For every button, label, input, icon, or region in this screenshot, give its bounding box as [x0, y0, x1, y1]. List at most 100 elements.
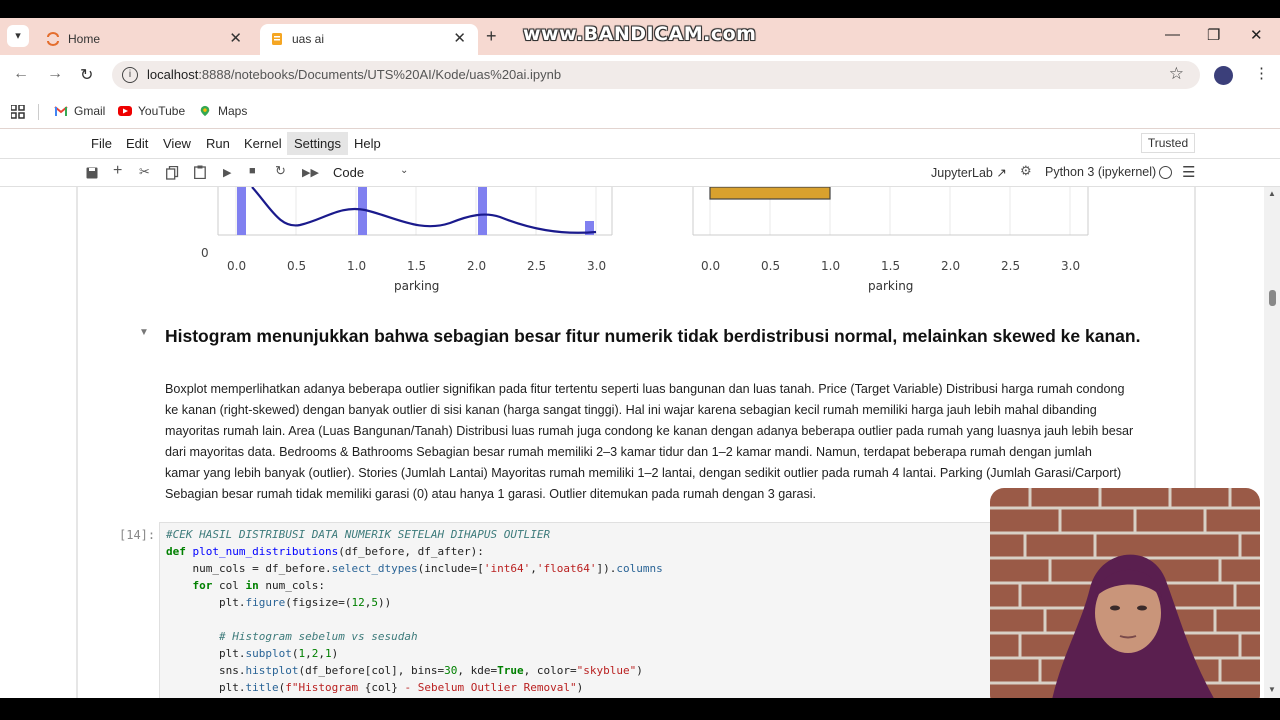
jupyterlab-link[interactable]: JupyterLab ↗: [931, 165, 1007, 180]
stop-icon[interactable]: ■: [249, 165, 256, 177]
menu-kernel[interactable]: Kernel: [244, 136, 282, 151]
paragraph-line: mayoritas rumah lain. Area (Luas Banguna…: [165, 424, 1134, 439]
webcam-image: [990, 488, 1260, 698]
recorder-watermark: www.BANDICAM.com: [523, 23, 757, 45]
paragraph-line: kamar yang lebih banyak (outlier). Stori…: [165, 466, 1122, 481]
markdown-paragraph: Boxplot memperlihatkan adanya beberapa o…: [165, 379, 1165, 506]
close-icon[interactable]: ✕: [229, 29, 242, 47]
x-tick: 1.0: [347, 259, 367, 273]
browser-toolbar: ← → ↻ i localhost:8888/notebooks/Documen…: [0, 55, 1280, 95]
close-icon[interactable]: ✕: [453, 29, 466, 47]
restore-icon[interactable]: ❐: [1207, 26, 1220, 44]
more-options-icon[interactable]: ⋮: [1254, 64, 1269, 82]
x-tick: 2.5: [527, 259, 547, 273]
execution-count: [14]:: [119, 528, 156, 542]
paragraph-line: ke kanan (right-skewed) dengan banyak ou…: [165, 403, 1097, 418]
bookmark-maps[interactable]: Maps: [198, 104, 247, 118]
menu-edit[interactable]: Edit: [126, 136, 148, 151]
reload-icon[interactable]: ↻: [80, 65, 93, 85]
restart-icon[interactable]: ↻: [275, 163, 286, 179]
x-tick: 1.0: [821, 259, 841, 273]
scrollbar-thumb[interactable]: [1269, 290, 1276, 306]
boxplot-plot: [692, 187, 1089, 236]
bookmark-star-icon[interactable]: ☆: [1169, 64, 1184, 84]
code-line: sns.histplot(df_before[col], bins=30, kd…: [166, 664, 643, 677]
cell-border: [76, 187, 78, 698]
fast-forward-icon[interactable]: ▶▶: [302, 166, 319, 179]
code-line: num_cols = df_before.select_dtypes(inclu…: [166, 562, 663, 575]
menu-settings[interactable]: Settings: [287, 132, 348, 155]
x-tick: 2.0: [467, 259, 487, 273]
run-icon[interactable]: ▶: [223, 166, 231, 179]
y-tick: 0: [201, 246, 209, 260]
x-tick: 0.0: [227, 259, 247, 273]
code-line: plt.subplot(1,2,1): [166, 647, 339, 660]
chevron-down-icon[interactable]: ⌄: [400, 165, 408, 176]
menu-file[interactable]: File: [91, 136, 112, 151]
tab-title: Home: [68, 32, 101, 46]
notebook-toolbar: + ✂ ▶ ■ ↻ ▶▶ Code ⌄ JupyterLab ↗ ⚙ Pytho…: [0, 159, 1280, 187]
tab-title: uas ai: [292, 32, 325, 46]
tab-strip: ▾ Home ✕ uas ai ✕ + www.BANDICAM.com — ❐…: [0, 18, 1280, 55]
youtube-icon: [118, 106, 132, 116]
x-tick: 0.5: [287, 259, 307, 273]
vertical-scrollbar[interactable]: ▲ ▼: [1264, 187, 1280, 698]
new-tab-button[interactable]: +: [486, 26, 497, 47]
gmail-icon: [54, 106, 68, 116]
scroll-down-arrow-icon[interactable]: ▼: [1268, 685, 1276, 694]
menu-help[interactable]: Help: [354, 136, 381, 151]
apps-grid-icon[interactable]: [11, 105, 25, 119]
cut-icon[interactable]: ✂: [139, 164, 150, 180]
tab-search-button[interactable]: ▾: [7, 25, 29, 47]
collapse-heading-icon[interactable]: ▼: [139, 327, 149, 338]
tab-uas-ai[interactable]: uas ai ✕: [260, 24, 478, 55]
save-icon[interactable]: [86, 167, 98, 179]
kernel-status-icon: [1159, 166, 1172, 179]
bookmarks-bar: Gmail YouTube Maps: [0, 95, 1280, 129]
back-arrow-icon[interactable]: ←: [13, 65, 29, 83]
jupyter-favicon-icon: [47, 32, 59, 46]
cell-type-select[interactable]: Code: [333, 165, 364, 180]
menu-hamburger-icon[interactable]: ☰: [1182, 163, 1195, 181]
x-tick: 2.0: [941, 259, 961, 273]
hist-bar-0: [237, 187, 246, 235]
code-line: for col in num_cols:: [192, 579, 325, 592]
url-text: localhost:8888/notebooks/Documents/UTS%2…: [147, 67, 562, 82]
code-line: plt.figure(figsize=(12,5)): [166, 596, 392, 609]
copy-icon[interactable]: [166, 166, 179, 180]
bookmark-youtube[interactable]: YouTube: [118, 104, 185, 118]
trusted-indicator[interactable]: Trusted: [1141, 133, 1195, 153]
kernel-name[interactable]: Python 3 (ipykernel): [1045, 165, 1156, 179]
x-tick: 0.0: [701, 259, 721, 273]
notebook-favicon-icon: [272, 33, 282, 45]
external-link-icon: ↗: [996, 166, 1007, 180]
paste-icon[interactable]: [194, 165, 206, 179]
kde-line: [251, 187, 597, 234]
grid: [235, 187, 597, 235]
menu-run[interactable]: Run: [206, 136, 230, 151]
bookmark-gmail[interactable]: Gmail: [54, 104, 105, 118]
forward-arrow-icon[interactable]: →: [47, 65, 63, 83]
paragraph-line: Boxplot memperlihatkan adanya beberapa o…: [165, 382, 1125, 396]
add-cell-icon[interactable]: +: [113, 162, 122, 180]
x-tick: 3.0: [587, 259, 607, 273]
divider: [38, 104, 39, 120]
x-axis-label: parking: [394, 279, 440, 293]
menu-view[interactable]: View: [163, 136, 191, 151]
x-tick: 3.0: [1061, 259, 1081, 273]
profile-avatar[interactable]: [1214, 66, 1233, 85]
tab-home[interactable]: Home ✕: [36, 24, 254, 55]
maps-pin-icon: [200, 105, 210, 117]
site-info-icon[interactable]: i: [122, 67, 138, 83]
address-bar[interactable]: i localhost:8888/notebooks/Documents/UTS…: [112, 61, 1200, 89]
jupyter-menubar: File Edit View Run Kernel Settings Help …: [0, 129, 1280, 159]
minimize-icon[interactable]: —: [1165, 26, 1180, 43]
x-axis-label: parking: [868, 279, 914, 293]
scroll-up-arrow-icon[interactable]: ▲: [1268, 189, 1276, 198]
code-line: def plot_num_distributions(df_before, df…: [166, 545, 484, 558]
code-line: plt.title(f"Histogram {col} - Sebelum Ou…: [166, 681, 584, 694]
histogram-plot: [217, 187, 613, 236]
gear-icon[interactable]: ⚙: [1020, 163, 1032, 179]
markdown-heading: Histogram menunjukkan bahwa sebagian bes…: [165, 326, 1141, 346]
close-window-icon[interactable]: ✕: [1250, 26, 1263, 44]
